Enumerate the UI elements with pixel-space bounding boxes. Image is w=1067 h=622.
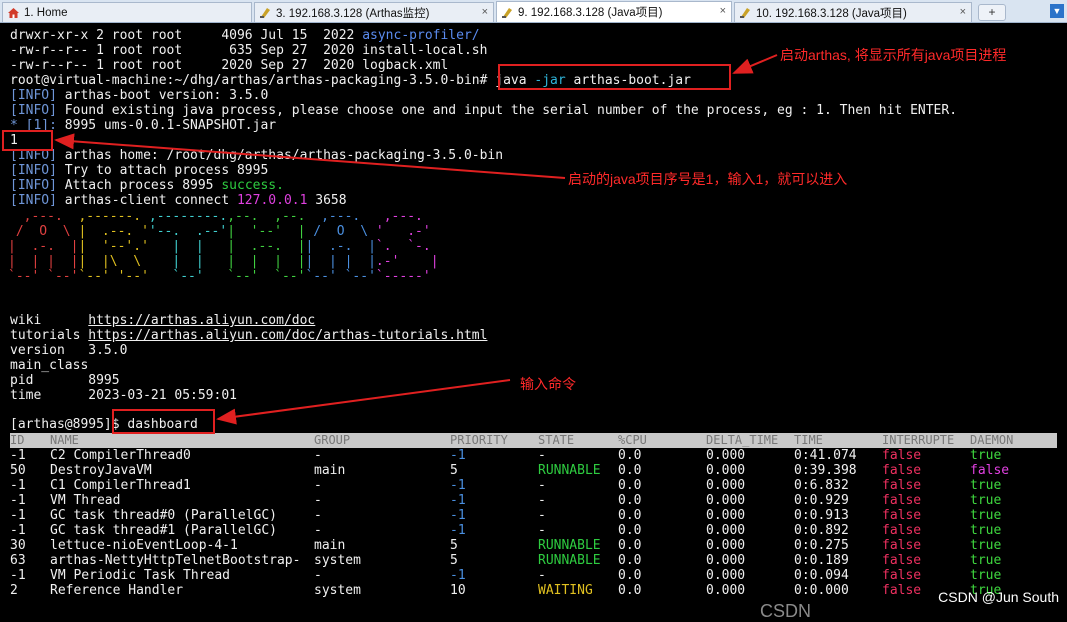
terminal-icon — [260, 8, 270, 18]
new-tab-button[interactable]: + — [978, 4, 1006, 21]
tab-label: 1. Home — [24, 6, 68, 19]
annotation-start: 启动arthas, 将显示所有java项目进程 — [780, 47, 1007, 63]
annotation-arrows — [54, 54, 778, 425]
annotation-command: 输入命令 — [520, 376, 576, 392]
close-icon[interactable]: × — [960, 6, 966, 18]
tab-java-project-9[interactable]: 9. 192.168.3.128 (Java项目) × — [496, 1, 732, 22]
home-icon — [8, 8, 19, 18]
tab-list-dropdown-icon[interactable]: ▼ — [1050, 4, 1064, 18]
watermark: CSDN @Jun South — [938, 589, 1059, 605]
tab-label: 10. 192.168.3.128 (Java项目) — [756, 7, 907, 20]
watermark-background-text: CSDN — [760, 601, 812, 621]
arrow-select — [54, 133, 566, 179]
terminal[interactable]: drwxr-xr-x 2 root root 4096 Jul 15 2022 … — [0, 23, 1067, 621]
tab-home[interactable]: 1. Home — [2, 2, 252, 22]
close-icon[interactable]: × — [482, 6, 488, 18]
tab-label: 3. 192.168.3.128 (Arthas监控) — [276, 7, 430, 20]
terminal-icon — [740, 8, 750, 18]
tab-label: 9. 192.168.3.128 (Java项目) — [518, 7, 663, 19]
tab-bar: 1. Home 3. 192.168.3.128 (Arthas监控) × 9.… — [0, 0, 1067, 23]
close-icon[interactable]: × — [720, 5, 726, 17]
terminal-icon — [502, 7, 512, 18]
tab-java-project-10[interactable]: 10. 192.168.3.128 (Java项目) × — [734, 2, 972, 22]
tab-arthas-monitor[interactable]: 3. 192.168.3.128 (Arthas监控) × — [254, 2, 494, 22]
arrow-command — [216, 379, 511, 425]
annotation-select: 启动的java项目序号是1，输入1，就可以进入 — [568, 171, 848, 187]
arrow-start — [732, 54, 778, 74]
